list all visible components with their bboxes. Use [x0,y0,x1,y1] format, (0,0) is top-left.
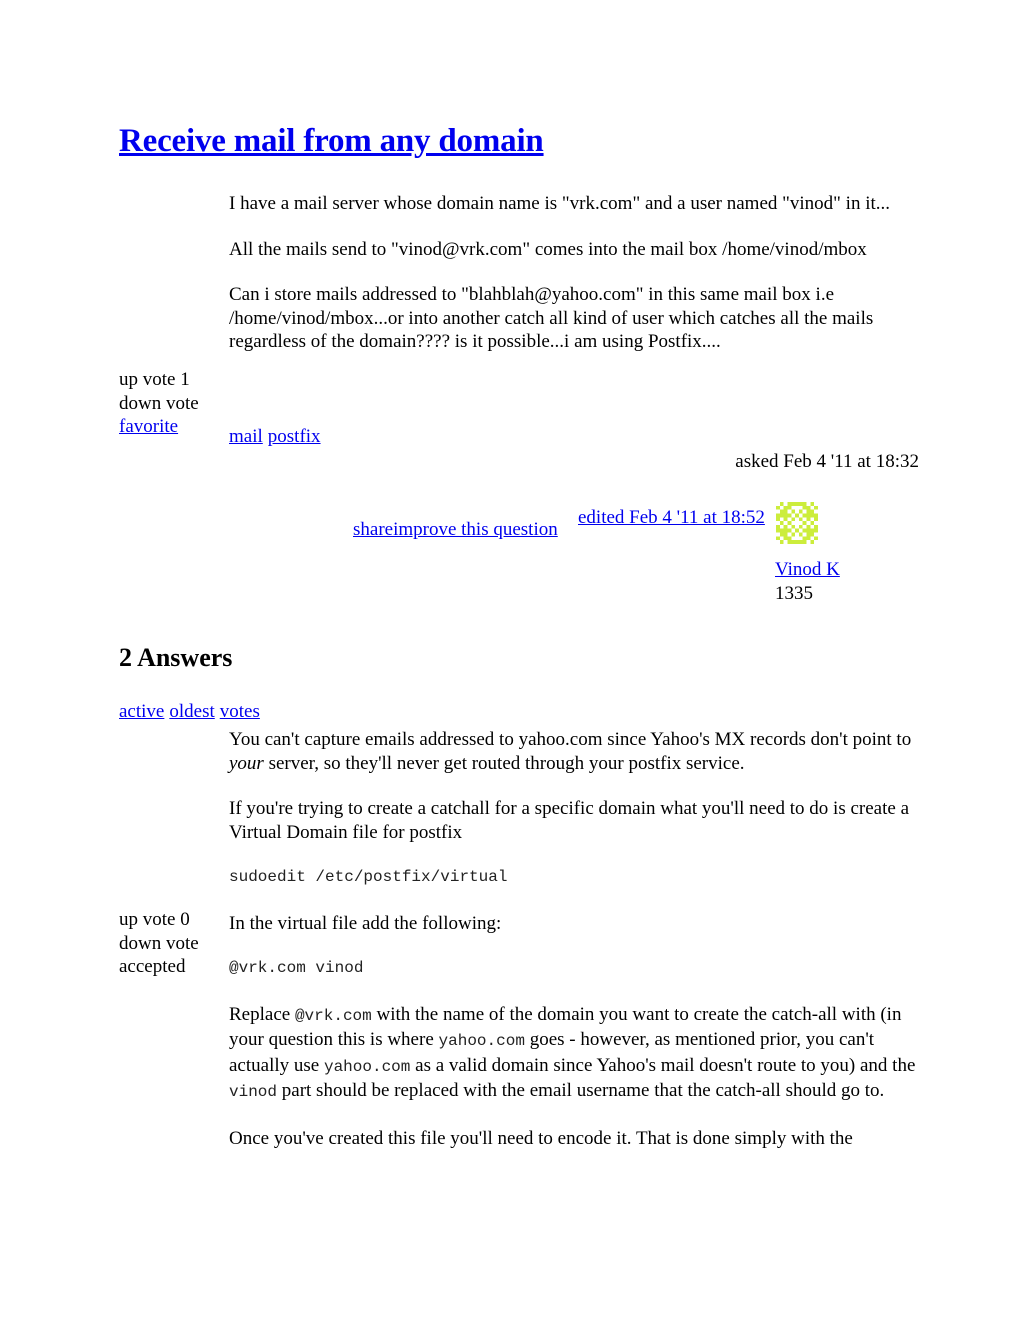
inline-code-vrk-domain: @vrk.com [294,1006,372,1025]
question-post-meta: shareimprove this question edited Feb 4 … [229,500,919,550]
question-vote-cell: up vote 1 down vote favorite [119,368,229,439]
answer-paragraph-1: You can't capture emails addressed to ya… [229,728,919,775]
edited-timestamp-link[interactable]: edited Feb 4 '11 at 18:52 [578,506,765,530]
tag-postfix[interactable]: postfix [268,426,321,447]
answer-paragraph-5: Once you've created this file you'll nee… [229,1127,853,1149]
tab-oldest[interactable]: oldest [169,701,214,722]
inline-code-vinod: vinod [229,1083,278,1101]
answer-body: You can't capture emails addressed to ya… [229,728,919,1172]
inline-code-yahoo-2: yahoo.com [323,1057,411,1076]
code-block-virtual-entry: @vrk.com vinod [229,959,364,977]
question-title-link[interactable]: Receive mail from any domain [119,123,544,159]
answer-sort-tabs: active oldest votes [119,700,265,724]
answer-p1-before: You can't capture emails addressed to ya… [229,729,912,750]
answer-vote-cell: up vote 0 down vote accepted [119,908,229,979]
owner-username-link[interactable]: Vinod K [775,558,840,582]
owner-reputation: 1335 [775,583,813,604]
favorite-link[interactable]: favorite [119,416,178,437]
code-block-sudoedit: sudoedit /etc/postfix/virtual [229,868,508,886]
question-body: I have a mail server whose domain name i… [229,192,919,354]
tab-votes[interactable]: votes [220,701,260,722]
answer-downvote-button[interactable]: down vote [119,932,229,956]
answers-heading: 2 Answers [119,643,233,672]
answer-upvote-count[interactable]: up vote 0 [119,908,229,932]
question-tags: mail postfix [229,425,326,449]
answer-p1-emphasis: your [229,752,264,774]
answer-paragraph-3: In the virtual file add the following: [229,912,502,934]
answer-p4-text-4: as a valid domain since Yahoo's mail doe… [410,1054,916,1076]
question-favorite: favorite [119,415,229,439]
question-paragraph-3: Can i store mails addressed to "blahblah… [229,284,874,352]
share-improve-question-link[interactable]: shareimprove this question [353,518,558,542]
page-title: Receive mail from any domain [119,122,544,161]
avatar[interactable] [775,502,819,544]
answer-p4-text-5: part should be replaced with the email u… [277,1080,885,1101]
question-paragraph-2: All the mails send to "vinod@vrk.com" co… [229,238,867,260]
tab-active[interactable]: active [119,701,164,722]
answer-paragraph-2: If you're trying to create a catchall fo… [229,798,910,843]
answer-accepted-marker: accepted [119,956,186,977]
answer-paragraph-4: Replace @vrk.com with the name of the do… [229,1003,919,1105]
question-paragraph-1: I have a mail server whose domain name i… [229,193,891,214]
question-asked-timestamp: asked Feb 4 '11 at 18:32 [735,451,919,472]
answer-p4-text-1: Replace [229,1003,295,1025]
answer-p1-after: server, so they'll never get routed thro… [263,752,745,774]
question-upvote-count[interactable]: up vote 1 [119,368,229,392]
tag-mail[interactable]: mail [229,426,263,447]
question-downvote-button[interactable]: down vote [119,392,229,416]
inline-code-yahoo-1: yahoo.com [438,1032,525,1050]
